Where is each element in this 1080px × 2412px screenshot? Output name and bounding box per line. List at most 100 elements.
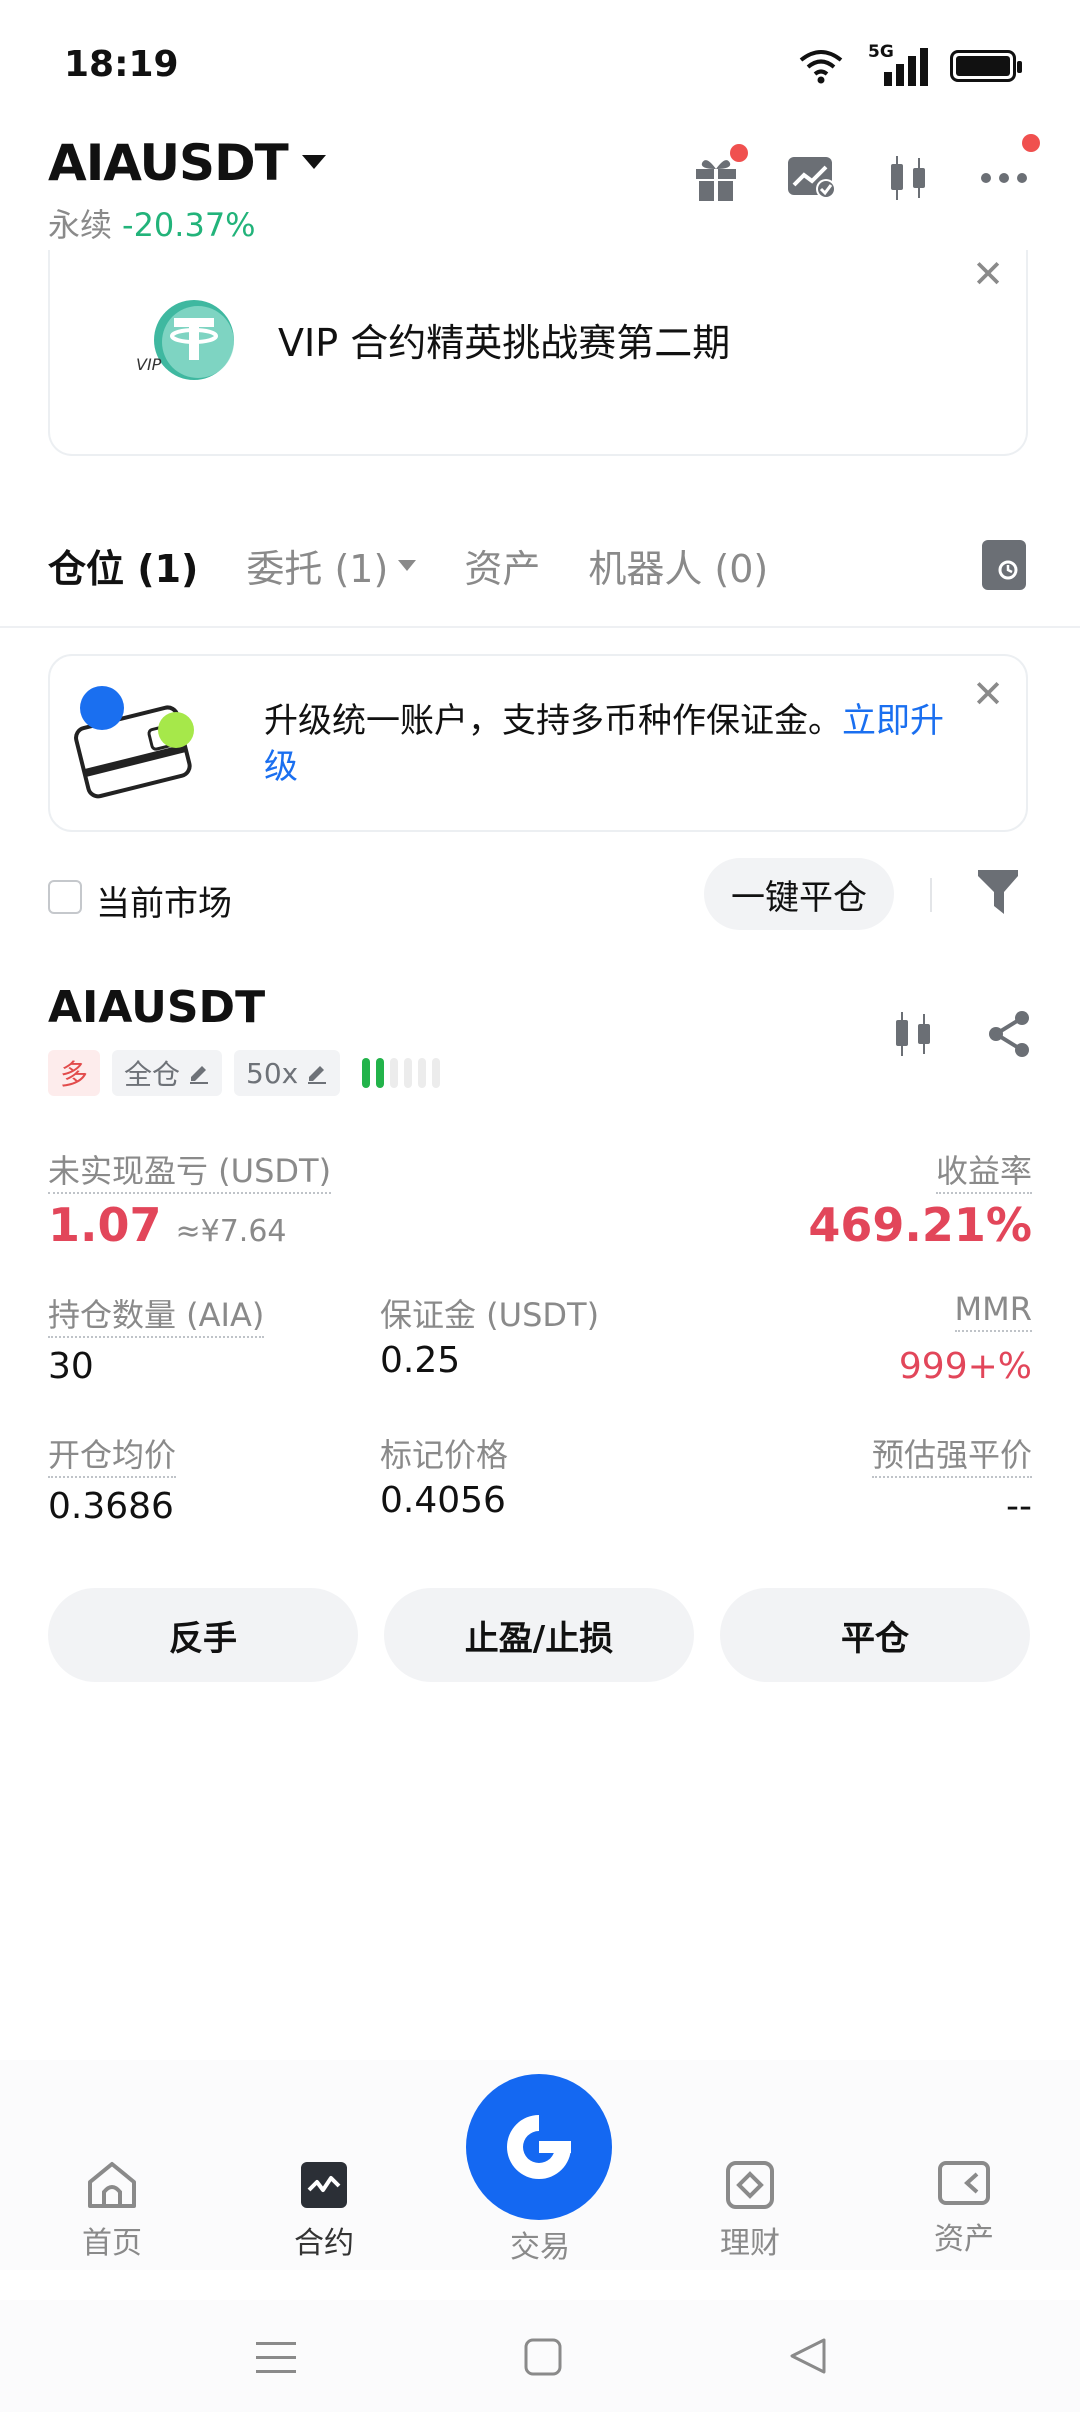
- upgrade-description: 升级统一账户，支持多币种作保证金。: [264, 701, 842, 741]
- position-tags: 多 全仓 50x: [48, 1050, 441, 1096]
- svg-text:VIP: VIP: [136, 355, 162, 374]
- unrealized-pnl-value: 1.07: [48, 1198, 162, 1252]
- nav-assets[interactable]: 资产: [894, 2160, 1034, 2258]
- mark-price-value: 0.4056: [380, 1480, 506, 1521]
- unrealized-pnl-label-wrap: 未实现盈亏 (USDT): [48, 1146, 332, 1194]
- menu-icon[interactable]: [256, 2340, 296, 2376]
- leverage-badge[interactable]: 50x: [234, 1050, 341, 1096]
- contract-type: 永续: [48, 206, 113, 244]
- share-icon[interactable]: [986, 1010, 1032, 1058]
- battery-icon: [950, 50, 1022, 82]
- gift-icon[interactable]: [688, 144, 748, 206]
- risk-bar: [418, 1058, 427, 1088]
- edit-icon: [308, 1066, 327, 1084]
- nav-home[interactable]: 首页: [42, 2160, 182, 2262]
- header-actions: [688, 134, 1040, 206]
- futures-icon: [301, 2162, 347, 2208]
- edit-icon: [190, 1066, 209, 1084]
- nav-earn[interactable]: 理财: [680, 2160, 820, 2262]
- wallet-icon: [938, 2161, 990, 2205]
- close-all-button[interactable]: 一键平仓: [704, 858, 894, 930]
- nav-trade-label[interactable]: 交易: [490, 2222, 590, 2266]
- caret-down-icon: [301, 155, 326, 169]
- liquidation-price-value: --: [1006, 1486, 1032, 1527]
- entry-price-label[interactable]: 开仓均价: [48, 1436, 177, 1478]
- home-square-icon[interactable]: [524, 2338, 562, 2376]
- status-icons: 5G: [798, 42, 1022, 86]
- status-time: 18:19: [64, 44, 179, 85]
- trade-icon: [507, 2115, 571, 2179]
- close-icon[interactable]: ✕: [972, 252, 1004, 296]
- unrealized-pnl-row: 1.07 ≈¥7.64: [48, 1198, 287, 1252]
- caret-down-icon: [398, 559, 417, 571]
- risk-bar: [362, 1058, 371, 1088]
- roe-value: 469.21%: [808, 1198, 1032, 1252]
- candlestick-icon[interactable]: [880, 150, 936, 206]
- roe-label-wrap: 收益率: [935, 1146, 1032, 1194]
- back-icon[interactable]: [788, 2336, 828, 2376]
- margin-label: 保证金 (USDT): [380, 1296, 600, 1334]
- margin-mode-badge[interactable]: 全仓: [112, 1050, 223, 1096]
- risk-bar: [390, 1058, 399, 1088]
- signal-icon: 5G: [862, 42, 932, 86]
- pair-selector[interactable]: AIAUSDT: [48, 134, 326, 192]
- margin-mode-label: 全仓: [124, 1058, 181, 1091]
- vip-banner[interactable]: VIP VIP 合约精英挑战赛第二期 ✕: [48, 250, 1028, 456]
- candlestick-icon[interactable]: [890, 1010, 936, 1058]
- tab-bots[interactable]: 机器人 (0): [588, 538, 768, 593]
- unrealized-pnl-label[interactable]: 未实现盈亏 (USDT): [48, 1152, 332, 1194]
- risk-bar: [432, 1058, 441, 1088]
- vip-banner-text: VIP 合约精英挑战赛第二期: [278, 321, 731, 365]
- wallet-illustration-icon: [66, 678, 206, 808]
- earn-icon: [726, 2161, 774, 2209]
- tab-assets[interactable]: 资产: [464, 538, 540, 593]
- pair-subtitle: 永续 -20.37%: [48, 200, 256, 246]
- current-market-label: 当前市场: [96, 884, 232, 924]
- pair-title: AIAUSDT: [48, 134, 289, 192]
- side-badge: 多: [48, 1050, 101, 1096]
- unrealized-pnl-cny: ≈¥7.64: [175, 1214, 287, 1249]
- mark-price-label: 标记价格: [380, 1436, 509, 1474]
- liq-label-wrap: 预估强平价: [871, 1430, 1032, 1478]
- size-label-wrap: 持仓数量 (AIA): [48, 1290, 265, 1338]
- nav-futures[interactable]: 合约: [254, 2160, 394, 2262]
- mmr-label[interactable]: MMR: [954, 1290, 1032, 1332]
- more-icon[interactable]: [976, 134, 1040, 206]
- price-change: -20.37%: [122, 206, 256, 244]
- reverse-button[interactable]: 反手: [48, 1588, 358, 1682]
- chart-verified-icon[interactable]: [784, 150, 840, 206]
- filter-icon[interactable]: [976, 868, 1020, 922]
- nav-earn-label: 理财: [720, 2226, 780, 2261]
- tether-logo-icon: VIP: [132, 292, 244, 392]
- size-label[interactable]: 持仓数量 (AIA): [48, 1296, 265, 1338]
- tab-orders[interactable]: 委托 (1): [246, 538, 417, 593]
- current-market-checkbox[interactable]: [48, 880, 82, 914]
- notification-dot: [1022, 134, 1040, 152]
- notification-dot: [730, 144, 748, 162]
- close-icon[interactable]: ✕: [972, 672, 1004, 716]
- entry-label-wrap: 开仓均价: [48, 1430, 177, 1478]
- roe-label[interactable]: 收益率: [935, 1152, 1032, 1194]
- risk-bar: [376, 1058, 385, 1088]
- risk-level-indicator: [362, 1058, 441, 1088]
- network-type: 5G: [868, 42, 894, 62]
- position-symbol[interactable]: AIAUSDT: [48, 982, 265, 1033]
- wifi-icon: [799, 50, 843, 84]
- position-actions: [890, 1010, 1032, 1058]
- close-position-button[interactable]: 平仓: [720, 1588, 1030, 1682]
- nav-assets-label: 资产: [934, 2222, 994, 2257]
- mmr-value: 999+%: [898, 1346, 1032, 1387]
- nav-futures-label: 合约: [294, 2226, 354, 2261]
- tpsl-button[interactable]: 止盈/止损: [384, 1588, 694, 1682]
- history-doc-icon[interactable]: [982, 540, 1026, 590]
- leverage-label: 50x: [246, 1056, 299, 1090]
- nav-trade-button[interactable]: [466, 2074, 612, 2220]
- mark-label-wrap: 标记价格: [380, 1430, 508, 1476]
- tab-orders-label: 委托 (1): [246, 547, 389, 591]
- tab-positions[interactable]: 仓位 (1): [48, 538, 198, 593]
- nav-home-label: 首页: [82, 2226, 142, 2261]
- risk-bar: [404, 1058, 413, 1088]
- upgrade-banner[interactable]: 升级统一账户，支持多币种作保证金。立即升级 ✕: [48, 654, 1028, 832]
- home-icon: [88, 2162, 136, 2208]
- liquidation-price-label[interactable]: 预估强平价: [871, 1436, 1032, 1478]
